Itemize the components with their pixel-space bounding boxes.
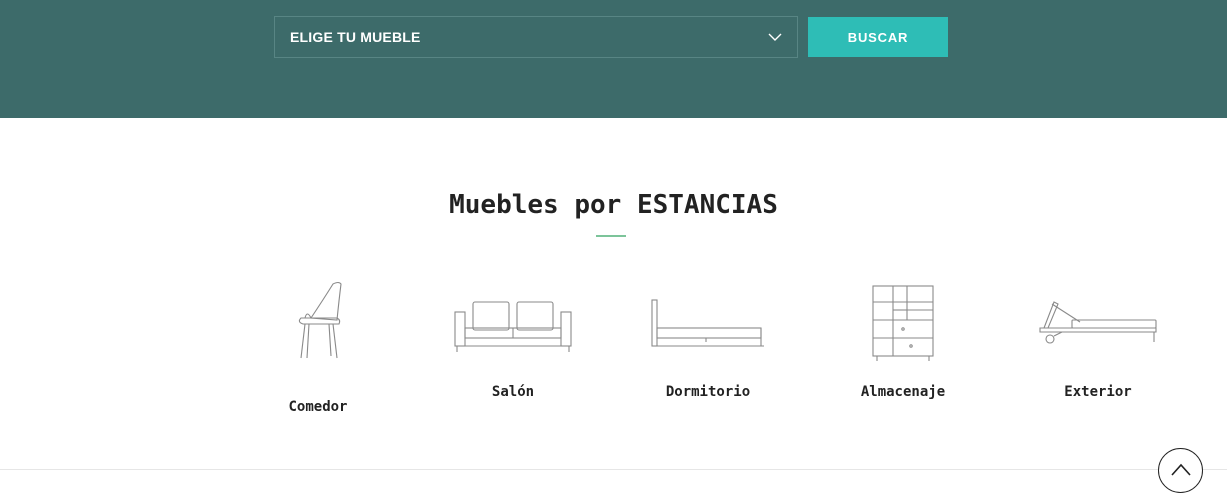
furniture-select-label: ELIGE TU MUEBLE xyxy=(290,29,421,45)
room-label: Dormitorio xyxy=(665,384,751,400)
chevron-down-icon xyxy=(768,33,782,41)
chair-icon xyxy=(298,281,342,359)
sofa-icon xyxy=(454,301,572,352)
room-comedor[interactable]: Comedor xyxy=(228,280,408,415)
title-underline xyxy=(596,235,626,237)
sunbed-icon xyxy=(1039,301,1157,344)
bed-icon xyxy=(651,299,764,347)
room-label: Almacenaje xyxy=(860,384,946,400)
room-exterior[interactable]: Exterior xyxy=(1008,298,1188,400)
room-dormitorio[interactable]: Dormitorio xyxy=(618,298,798,400)
room-label: Salón xyxy=(491,384,535,400)
section-divider xyxy=(0,469,1227,470)
room-label: Exterior xyxy=(1064,384,1132,400)
chevron-up-icon xyxy=(1171,463,1191,476)
room-almacenaje[interactable]: Almacenaje xyxy=(813,284,993,400)
search-banner: ELIGE TU MUEBLE BUSCAR xyxy=(0,0,1227,118)
search-button[interactable]: BUSCAR xyxy=(808,17,948,57)
shelf-icon xyxy=(872,285,934,361)
furniture-select[interactable]: ELIGE TU MUEBLE xyxy=(274,16,798,58)
room-salon[interactable]: Salón xyxy=(423,298,603,400)
room-label: Comedor xyxy=(288,399,348,415)
section-title: Muebles por ESTANCIAS xyxy=(449,190,778,220)
scroll-top-button[interactable] xyxy=(1158,448,1203,493)
